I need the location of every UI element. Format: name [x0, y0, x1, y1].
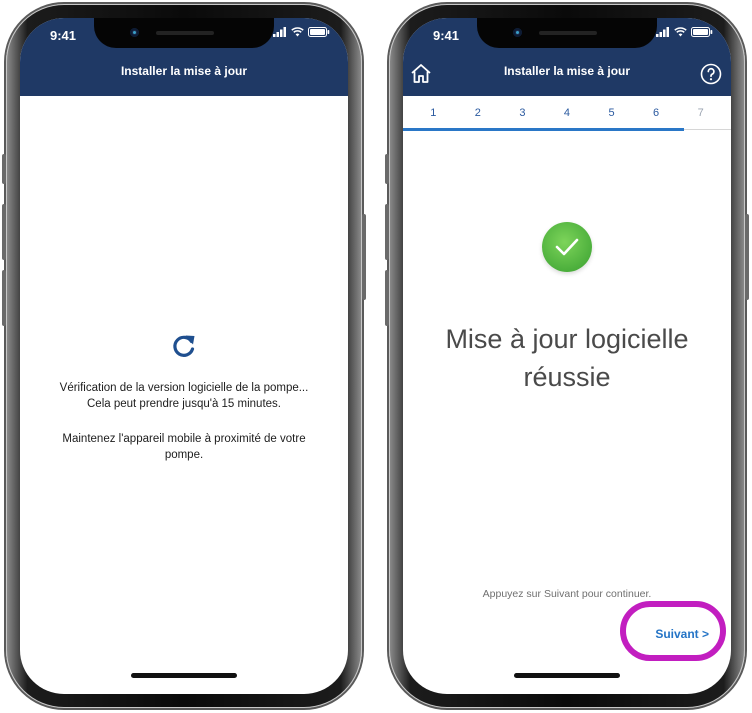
advice-line-2: pompe. — [164, 449, 204, 461]
phone-frame-left: 9:41 Installer la mise à jour Vérificati… — [2, 4, 366, 708]
step-7: 7 — [697, 106, 704, 119]
wifi-icon — [674, 27, 687, 37]
advice-line-1: Maintenez l'appareil mobile à proximité … — [62, 433, 306, 445]
status-icons — [273, 27, 330, 37]
notch — [477, 18, 657, 48]
home-indicator[interactable] — [131, 673, 237, 678]
notch — [94, 18, 274, 48]
success-headline: Mise à jour logicielle réussie — [403, 320, 731, 396]
step-indicator: 1 2 3 4 5 6 7 — [403, 96, 731, 130]
headline-line-2: réussie — [523, 362, 611, 392]
screen-left: 9:41 Installer la mise à jour Vérificati… — [20, 18, 348, 694]
headline-line-1: Mise à jour logicielle — [445, 324, 689, 354]
advice-message: Maintenez l'appareil mobile à proximité … — [30, 431, 338, 463]
verification-message: Vérification de la version logicielle de… — [30, 380, 338, 412]
step-progress-bar — [403, 128, 685, 131]
step-6: 6 — [653, 106, 660, 119]
wifi-icon — [291, 27, 304, 37]
step-1: 1 — [430, 106, 437, 119]
page-title: Installer la mise à jour — [503, 64, 631, 78]
checkmark-icon — [542, 222, 592, 272]
battery-icon — [308, 27, 330, 37]
status-time: 9:41 — [50, 28, 77, 43]
refresh-icon — [173, 335, 195, 357]
status-icons — [656, 27, 713, 37]
step-5: 5 — [608, 106, 615, 119]
verification-line-1: Vérification de la version logicielle de… — [59, 382, 309, 394]
continue-hint: Appuyez sur Suivant pour continuer. — [482, 588, 652, 600]
battery-icon — [691, 27, 713, 37]
signal-icon — [656, 27, 669, 37]
status-time: 9:41 — [433, 28, 460, 43]
help-icon[interactable] — [699, 62, 723, 86]
home-indicator[interactable] — [514, 673, 620, 678]
verification-line-2: Cela peut prendre jusqu'à 15 minutes. — [87, 398, 281, 410]
step-3: 3 — [519, 106, 526, 119]
step-2: 2 — [474, 106, 481, 119]
page-title: Installer la mise à jour — [120, 64, 248, 78]
step-4: 4 — [563, 106, 571, 119]
highlight-annotation — [620, 601, 726, 661]
signal-icon — [273, 27, 286, 37]
screen-right: 9:41 Installer la mise à jour 1 2 3 4 5 … — [403, 18, 731, 694]
